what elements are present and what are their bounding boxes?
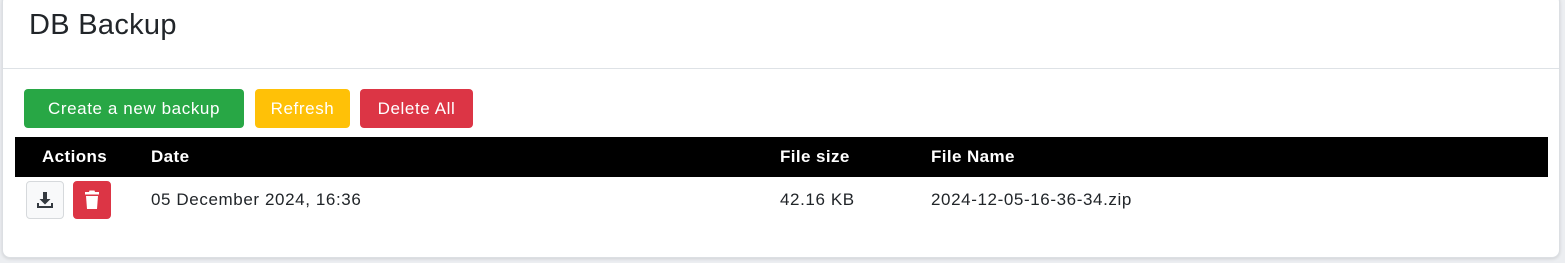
- backup-card: DB Backup Create a new backup Refresh De…: [2, 0, 1560, 258]
- backup-file-name: 2024-12-05-16-36-34.zip: [931, 190, 1132, 209]
- refresh-button[interactable]: Refresh: [255, 89, 350, 128]
- trash-icon: [85, 190, 99, 209]
- download-button[interactable]: [26, 181, 64, 219]
- column-header-file-name: File Name: [931, 147, 1015, 166]
- download-icon: [37, 192, 53, 208]
- column-header-file-size: File size: [780, 147, 850, 166]
- delete-button[interactable]: [73, 181, 111, 219]
- backup-date: 05 December 2024, 16:36: [151, 190, 362, 209]
- backup-file-size: 42.16 KB: [780, 190, 855, 209]
- page-title: DB Backup: [29, 9, 177, 41]
- column-header-actions: Actions: [42, 147, 108, 166]
- delete-all-button[interactable]: Delete All: [360, 89, 473, 128]
- table-row: 05 December 2024, 16:36 42.16 KB 2024-12…: [15, 177, 1548, 233]
- column-header-date: Date: [151, 147, 190, 166]
- card-header: DB Backup: [3, 0, 1559, 69]
- table-header: Actions Date File size File Name: [15, 137, 1548, 177]
- create-backup-button[interactable]: Create a new backup: [24, 89, 244, 128]
